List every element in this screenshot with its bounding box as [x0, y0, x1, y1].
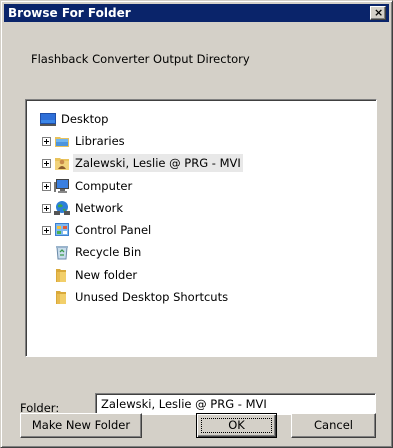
- computer-icon: [54, 179, 69, 193]
- browse-for-folder-dialog: Browse For Folder × Flashback Converter …: [0, 0, 393, 448]
- network-icon: [54, 201, 70, 215]
- expand-icon[interactable]: [42, 137, 51, 146]
- folder-icon: [56, 269, 66, 282]
- ok-button[interactable]: OK: [196, 413, 277, 438]
- tree-item-label: Libraries: [75, 134, 125, 148]
- tree-item-label: Computer: [75, 179, 133, 193]
- folder-icon: [56, 291, 66, 304]
- libraries-icon: [55, 137, 69, 147]
- close-icon: ×: [374, 6, 384, 19]
- title-bar[interactable]: Browse For Folder ×: [4, 4, 389, 22]
- desktop-icon: [40, 113, 56, 126]
- expand-icon[interactable]: [42, 159, 51, 168]
- expand-icon[interactable]: [42, 204, 51, 213]
- tree-item-label: Desktop: [61, 112, 109, 126]
- recycle-bin-icon: [56, 246, 68, 260]
- tree-item-label: New folder: [75, 268, 138, 282]
- user-folder-icon: [55, 158, 69, 170]
- dialog-description: Flashback Converter Output Directory: [31, 52, 250, 66]
- tree-item-label: Zalewski, Leslie @ PRG - MVI: [73, 154, 243, 172]
- tree-item-label: Recycle Bin: [75, 245, 142, 259]
- expand-icon[interactable]: [42, 182, 51, 191]
- tree-item-label: Network: [75, 201, 124, 215]
- folder-tree[interactable]: Desktop Libraries Zalewski, Leslie @ PRG…: [25, 99, 377, 357]
- cancel-button[interactable]: Cancel: [291, 413, 376, 438]
- close-button[interactable]: ×: [370, 6, 386, 20]
- expand-icon[interactable]: [42, 226, 51, 235]
- folder-input[interactable]: Zalewski, Leslie @ PRG - MVI: [95, 393, 376, 415]
- tree-item-label: Control Panel: [75, 223, 152, 237]
- tree-item-label: Unused Desktop Shortcuts: [75, 290, 229, 304]
- window-title: Browse For Folder: [8, 6, 131, 20]
- make-new-folder-button[interactable]: Make New Folder: [20, 413, 142, 438]
- focus-ring: [201, 418, 272, 433]
- control-panel-icon: [55, 223, 69, 236]
